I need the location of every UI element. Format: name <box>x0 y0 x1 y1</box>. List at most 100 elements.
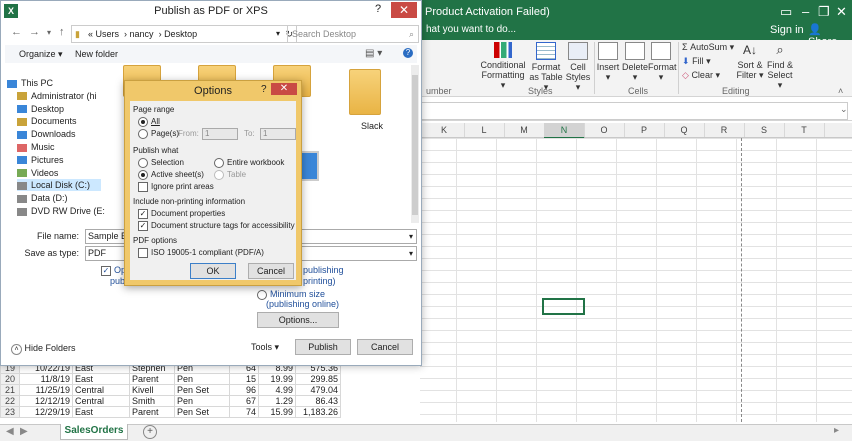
folder-icon[interactable] <box>349 69 381 115</box>
selected-cell[interactable] <box>542 298 585 315</box>
help-icon[interactable]: ? <box>375 3 381 15</box>
table-cell[interactable]: Parent <box>129 373 175 385</box>
table-cell[interactable]: East <box>72 406 130 418</box>
add-sheet-icon[interactable]: + <box>143 425 157 439</box>
minimize-icon[interactable]: – <box>802 4 809 19</box>
format-button[interactable]: Format ▾ <box>648 42 677 82</box>
table-cell[interactable]: Pen Set <box>174 406 230 418</box>
nav-item[interactable]: Videos <box>17 167 58 179</box>
table-cell[interactable]: 74 <box>229 406 259 418</box>
expand-formula-icon[interactable]: ⌄ <box>840 104 848 115</box>
find-select-button[interactable]: ⌕ Find & Select ▾ <box>766 42 794 90</box>
autosum-button[interactable]: Σ AutoSum ▾ <box>682 42 734 52</box>
delete-button[interactable]: Delete ▾ <box>622 42 648 82</box>
sheet-tab-salesorders[interactable]: SalesOrders <box>60 424 128 440</box>
table-cell[interactable]: 299.85 <box>295 373 341 385</box>
row-header[interactable]: 20 <box>0 373 20 385</box>
options-button[interactable]: Options... <box>257 312 339 328</box>
from-input[interactable]: 1 <box>202 128 238 140</box>
close-icon[interactable]: ✕ <box>271 83 297 95</box>
to-input[interactable]: 1 <box>260 128 296 140</box>
selection-radio[interactable]: Selection <box>138 158 184 168</box>
column-header-o[interactable]: O <box>584 123 625 137</box>
column-header-m[interactable]: M <box>504 123 545 137</box>
help-icon[interactable]: ? <box>261 84 267 95</box>
table-cell[interactable]: Kivell <box>129 384 175 396</box>
column-header-l[interactable]: L <box>464 123 505 137</box>
active-sheets-radio[interactable]: Active sheet(s) <box>138 170 204 180</box>
table-cell[interactable]: Pen Set <box>174 384 230 396</box>
table-cell[interactable]: Pen <box>174 395 230 407</box>
column-header-r[interactable]: R <box>704 123 745 137</box>
nav-item[interactable]: Administrator (hi <box>17 90 97 102</box>
nav-item[interactable]: Music <box>17 141 55 153</box>
table-cell[interactable]: 1.29 <box>258 395 296 407</box>
row-header[interactable]: 22 <box>0 395 20 407</box>
options-cancel-button[interactable]: Cancel <box>248 263 294 279</box>
table-cell[interactable]: 96 <box>229 384 259 396</box>
back-icon[interactable]: ← <box>11 26 22 38</box>
hide-folders-button[interactable]: ˄ Hide Folders <box>11 343 76 355</box>
nav-item[interactable]: Data (D:) <box>17 192 68 204</box>
column-header-s[interactable]: S <box>744 123 785 137</box>
table-cell[interactable]: 12/29/19 <box>19 406 73 418</box>
view-options-icon[interactable]: ▤ ▾ <box>365 48 382 59</box>
document-properties-checkbox[interactable]: ✓ Document properties <box>138 209 225 219</box>
address-dropdown-icon[interactable]: ▾ <box>276 26 280 42</box>
next-sheet-icon[interactable]: ▶ <box>20 426 28 437</box>
conditional-formatting-button[interactable]: Conditional Formatting ▾ <box>480 42 526 90</box>
nav-item[interactable]: DVD RW Drive (E: <box>17 205 105 217</box>
all-radio[interactable]: All <box>138 117 160 127</box>
nav-item[interactable]: Desktop <box>17 103 64 115</box>
prev-sheet-icon[interactable]: ◀ <box>6 426 14 437</box>
row-header[interactable]: 23 <box>0 406 20 418</box>
sign-in-link[interactable]: Sign in <box>770 24 804 36</box>
table-cell[interactable]: 479.04 <box>295 384 341 396</box>
breadcrumb-nancy[interactable]: nancy <box>130 29 154 39</box>
search-input[interactable]: Search Desktop ⌕ <box>287 25 419 43</box>
tell-me-box[interactable]: hat you want to do... <box>426 24 516 35</box>
ok-button[interactable]: OK <box>190 263 236 279</box>
tools-button[interactable]: Tools ▾ <box>251 342 279 353</box>
close-icon[interactable]: ✕ <box>391 2 417 18</box>
row-header[interactable]: 21 <box>0 384 20 396</box>
table-radio[interactable]: Table <box>214 170 246 180</box>
breadcrumb-users[interactable]: Users <box>96 29 120 39</box>
publish-button[interactable]: Publish <box>295 339 351 355</box>
new-folder-button[interactable]: New folder <box>75 49 118 59</box>
table-cell[interactable]: 67 <box>229 395 259 407</box>
sort-filter-button[interactable]: A↓ Sort & Filter ▾ <box>736 42 764 80</box>
table-cell[interactable]: East <box>72 373 130 385</box>
recent-dropdown-icon[interactable]: ▾ <box>47 28 51 37</box>
table-cell[interactable]: 86.43 <box>295 395 341 407</box>
nav-item[interactable]: Documents <box>17 115 77 127</box>
table-cell[interactable]: 15.99 <box>258 406 296 418</box>
nav-item[interactable]: Pictures <box>17 154 64 166</box>
cancel-button[interactable]: Cancel <box>357 339 413 355</box>
entire-workbook-radio[interactable]: Entire workbook <box>214 158 284 168</box>
table-cell[interactable]: 4.99 <box>258 384 296 396</box>
column-header-p[interactable]: P <box>624 123 665 137</box>
table-cell[interactable]: 11/25/19 <box>19 384 73 396</box>
column-header-q[interactable]: Q <box>664 123 705 137</box>
nav-item[interactable]: Local Disk (C:) <box>17 179 101 192</box>
table-cell[interactable]: Parent <box>129 406 175 418</box>
table-cell[interactable]: Smith <box>129 395 175 407</box>
collapse-ribbon-icon[interactable]: ˄ <box>838 86 843 96</box>
table-cell[interactable]: 1,183.26 <box>295 406 341 418</box>
nav-item[interactable]: This PC <box>7 77 53 89</box>
table-cell[interactable]: 19.99 <box>258 373 296 385</box>
fill-button[interactable]: ⬇ Fill ▾ <box>682 56 711 66</box>
document-structure-checkbox[interactable]: ✓ Document structure tags for accessibili… <box>138 221 295 231</box>
address-bar[interactable]: ▮ « Users › nancy › Desktop ▾ ↻ <box>71 25 297 43</box>
organize-button[interactable]: Organize ▾ <box>19 49 63 60</box>
table-cell[interactable]: 11/8/19 <box>19 373 73 385</box>
table-cell[interactable]: Central <box>72 395 130 407</box>
table-cell[interactable]: Pen <box>174 373 230 385</box>
restore-icon[interactable]: ❐ <box>818 4 830 20</box>
formula-bar[interactable] <box>420 100 852 121</box>
close-icon[interactable]: ✕ <box>836 4 847 20</box>
ignore-print-areas-checkbox[interactable]: Ignore print areas <box>138 182 214 192</box>
breadcrumb-desktop[interactable]: Desktop <box>164 29 197 39</box>
table-cell[interactable]: Central <box>72 384 130 396</box>
